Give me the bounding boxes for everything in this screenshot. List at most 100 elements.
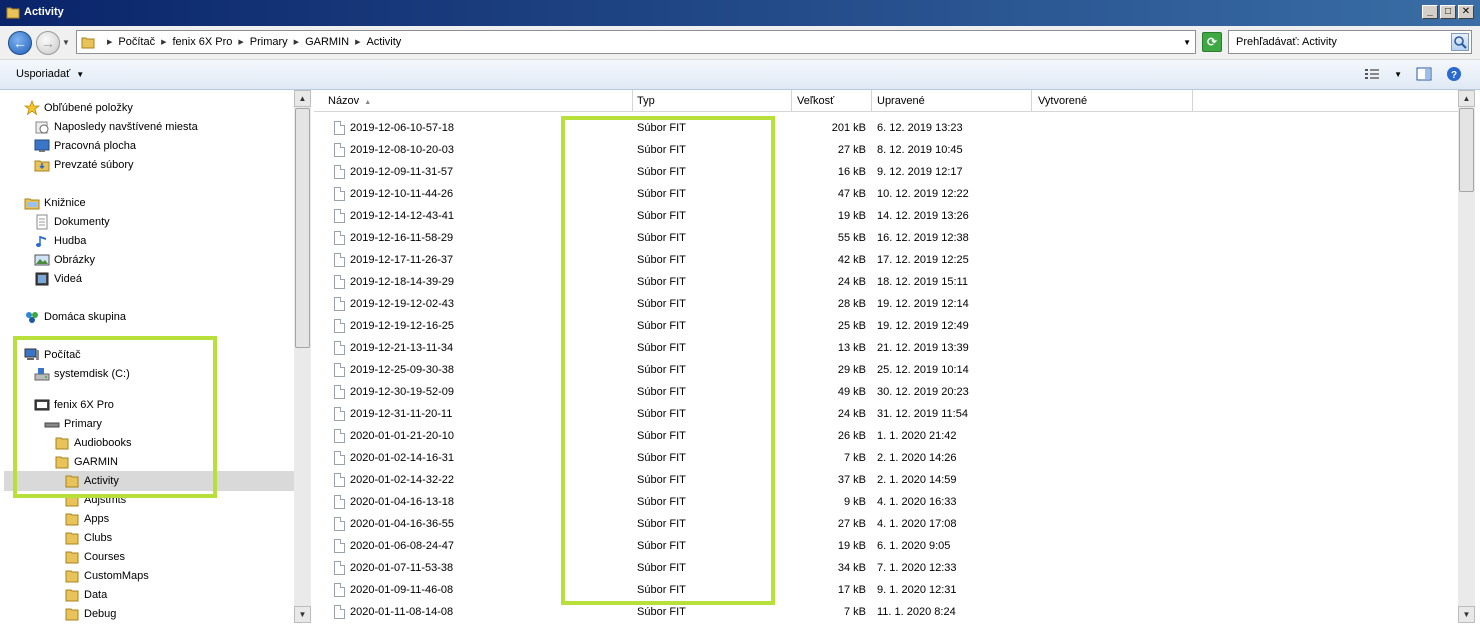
refresh-button[interactable]: ⟳	[1202, 32, 1222, 52]
chevron-right-icon[interactable]: ▶	[294, 38, 299, 46]
nav-scrollbar[interactable]: ▲ ▼	[294, 90, 311, 623]
nav-item-folder-courses[interactable]: Courses	[64, 549, 125, 565]
nav-item-music[interactable]: Hudba	[34, 233, 86, 249]
file-row[interactable]: 2019-12-21-13-11-34 Súbor FIT 13 kB 21. 12.…	[314, 338, 1458, 360]
column-header-size[interactable]: Veľkosť	[792, 90, 872, 112]
search-input[interactable]: Prehľadávať: Activity	[1228, 30, 1472, 54]
nav-scroll-thumb[interactable]	[295, 108, 310, 348]
file-icon	[334, 143, 345, 157]
back-button[interactable]: ←	[8, 31, 32, 55]
nav-item-primary-storage[interactable]: Primary	[44, 416, 102, 432]
chevron-right-icon[interactable]: ▶	[238, 38, 243, 46]
nav-favorites[interactable]: Obľúbené položky	[23, 99, 133, 116]
file-row[interactable]: 2019-12-09-11-31-57 Súbor FIT 16 kB 9. 12. …	[314, 162, 1458, 184]
file-row[interactable]: 2019-12-25-09-30-38 Súbor FIT 29 kB 25. 12.…	[314, 360, 1458, 382]
breadcrumb-item-computer[interactable]: Počítač	[118, 36, 155, 48]
maximize-button[interactable]: □	[1440, 5, 1456, 19]
nav-item-videos[interactable]: Videá	[34, 271, 82, 287]
column-header-type[interactable]: Typ	[633, 90, 792, 112]
chevron-right-icon[interactable]: ▶	[107, 38, 112, 46]
nav-item-folder-apps[interactable]: Apps	[64, 511, 109, 527]
nav-homegroup[interactable]: Domáca skupina	[24, 309, 126, 325]
nav-item-folder-adjstmts[interactable]: Adjstmts	[64, 492, 126, 508]
nav-item-system-drive[interactable]: systemdisk (C:)	[34, 366, 130, 382]
file-icon	[334, 539, 345, 553]
minimize-button[interactable]: _	[1422, 5, 1438, 19]
file-row[interactable]: 2020-01-09-11-46-08 Súbor FIT 17 kB 9. 1. 2…	[314, 580, 1458, 602]
file-row[interactable]: 2019-12-10-11-44-26 Súbor FIT 47 kB 10. 12.…	[314, 184, 1458, 206]
nav-item-documents[interactable]: Dokumenty	[34, 214, 110, 230]
scroll-up-icon[interactable]: ▲	[294, 90, 311, 107]
file-row[interactable]: 2020-01-07-11-53-38 Súbor FIT 34 kB 7. 1. 2…	[314, 558, 1458, 580]
file-row[interactable]: 2020-01-02-14-32-22 Súbor FIT 37 kB 2. 1. 2…	[314, 470, 1458, 492]
column-header-modified[interactable]: Upravené	[872, 90, 1032, 112]
nav-item-folder-activity[interactable]: Activity	[64, 473, 119, 489]
column-header-name[interactable]: Názov ▲	[314, 90, 633, 112]
file-row[interactable]: 2020-01-01-21-20-10 Súbor FIT 26 kB 1. 1. 2…	[314, 426, 1458, 448]
column-header-created[interactable]: Vytvorené	[1032, 90, 1193, 112]
search-icon[interactable]	[1451, 33, 1469, 51]
file-row[interactable]: 2019-12-06-10-57-18 Súbor FIT 201 kB 6. 12.…	[314, 118, 1458, 140]
organize-button[interactable]: Usporiadať ▼	[16, 68, 84, 80]
file-name: 2019-12-17-11-26-37	[350, 254, 454, 266]
file-row[interactable]: 2019-12-14-12-43-41 Súbor FIT 19 kB 14. 12.…	[314, 206, 1458, 228]
nav-item-folder-clubs[interactable]: Clubs	[64, 530, 112, 546]
close-button[interactable]: ✕	[1458, 5, 1474, 19]
breadcrumb-item-primary[interactable]: Primary	[250, 36, 288, 48]
file-row[interactable]: 2020-01-02-14-16-31 Súbor FIT 7 kB 2. 1. 20…	[314, 448, 1458, 470]
preview-pane-icon[interactable]	[1416, 66, 1432, 82]
chevron-right-icon[interactable]: ▶	[161, 38, 166, 46]
file-size: 37 kB	[837, 474, 866, 486]
file-row[interactable]: 2019-12-17-11-26-37 Súbor FIT 42 kB 17. 12.…	[314, 250, 1458, 272]
nav-item-folder-data[interactable]: Data	[64, 587, 107, 603]
file-list-scrollbar[interactable]: ▲ ▼	[1458, 90, 1475, 623]
file-row[interactable]: 2019-12-16-11-58-29 Súbor FIT 55 kB 16. 12.…	[314, 228, 1458, 250]
file-name: 2020-01-07-11-53-38	[350, 562, 454, 574]
file-type: Súbor FIT	[637, 188, 686, 200]
file-type: Súbor FIT	[637, 122, 686, 134]
file-row[interactable]: 2019-12-30-19-52-09 Súbor FIT 49 kB 30. 12.…	[314, 382, 1458, 404]
forward-button[interactable]: →	[36, 31, 60, 55]
file-type: Súbor FIT	[637, 386, 686, 398]
nav-item-downloads[interactable]: Prevzaté súbory	[34, 157, 133, 173]
file-row[interactable]: 2020-01-04-16-36-55 Súbor FIT 27 kB 4. 1. 2…	[314, 514, 1458, 536]
file-row[interactable]: 2019-12-31-11-20-11 Súbor FIT 24 kB 31. 12.…	[314, 404, 1458, 426]
documents-icon	[34, 214, 50, 230]
file-row[interactable]: 2020-01-06-08-24-47 Súbor FIT 19 kB 6. 1. 2…	[314, 536, 1458, 558]
breadcrumb-item-device[interactable]: fenix 6X Pro	[172, 36, 232, 48]
file-row[interactable]: 2019-12-19-12-02-43 Súbor FIT 28 kB 19. 12.…	[314, 294, 1458, 316]
file-name: 2019-12-18-14-39-29	[350, 276, 454, 288]
navigation-pane: Obľúbené položky Naposledy navštívené mi…	[4, 90, 294, 623]
nav-item-device[interactable]: fenix 6X Pro	[34, 397, 114, 413]
file-list-scroll-thumb[interactable]	[1459, 108, 1474, 192]
nav-computer[interactable]: Počítač	[24, 347, 81, 363]
help-icon[interactable]: ?	[1446, 66, 1462, 82]
nav-item-pictures[interactable]: Obrázky	[34, 252, 95, 268]
file-row[interactable]: 2019-12-19-12-16-25 Súbor FIT 25 kB 19. 12.…	[314, 316, 1458, 338]
file-row[interactable]: 2019-12-18-14-39-29 Súbor FIT 24 kB 18. 12.…	[314, 272, 1458, 294]
nav-libraries[interactable]: Knižnice	[24, 195, 86, 211]
nav-item-folder-debug[interactable]: Debug	[64, 606, 116, 622]
scroll-down-icon[interactable]: ▼	[294, 606, 311, 623]
file-modified: 4. 1. 2020 17:08	[877, 518, 957, 530]
nav-item-folder-custommaps[interactable]: CustomMaps	[64, 568, 149, 584]
file-row[interactable]: 2019-12-08-10-20-03 Súbor FIT 27 kB 8. 12. …	[314, 140, 1458, 162]
drive-icon	[34, 366, 50, 382]
breadcrumb-item-activity[interactable]: Activity	[366, 36, 401, 48]
nav-item-folder-garmin[interactable]: GARMIN	[54, 454, 118, 470]
address-bar[interactable]: ▶ Počítač ▶ fenix 6X Pro ▶ Primary ▶ GAR…	[76, 30, 1196, 54]
scroll-up-icon[interactable]: ▲	[1458, 90, 1475, 107]
address-dropdown-icon[interactable]: ▼	[1183, 38, 1191, 47]
history-dropdown-icon[interactable]: ▼	[62, 38, 70, 47]
nav-item-recent-places[interactable]: Naposledy navštívené miesta	[34, 119, 198, 135]
breadcrumb-item-garmin[interactable]: GARMIN	[305, 36, 349, 48]
nav-item-desktop[interactable]: Pracovná plocha	[34, 138, 136, 154]
chevron-right-icon[interactable]: ▶	[355, 38, 360, 46]
scroll-down-icon[interactable]: ▼	[1458, 606, 1475, 623]
column-label: Veľkosť	[797, 95, 835, 107]
view-dropdown-icon[interactable]: ▼	[1394, 70, 1402, 79]
nav-item-folder-audiobooks[interactable]: Audiobooks	[54, 435, 132, 451]
file-row[interactable]: 2020-01-11-08-14-08 Súbor FIT 7 kB 11. 1. 2…	[314, 602, 1458, 623]
view-options-icon[interactable]	[1364, 66, 1380, 82]
file-row[interactable]: 2020-01-04-16-13-18 Súbor FIT 9 kB 4. 1. 20…	[314, 492, 1458, 514]
